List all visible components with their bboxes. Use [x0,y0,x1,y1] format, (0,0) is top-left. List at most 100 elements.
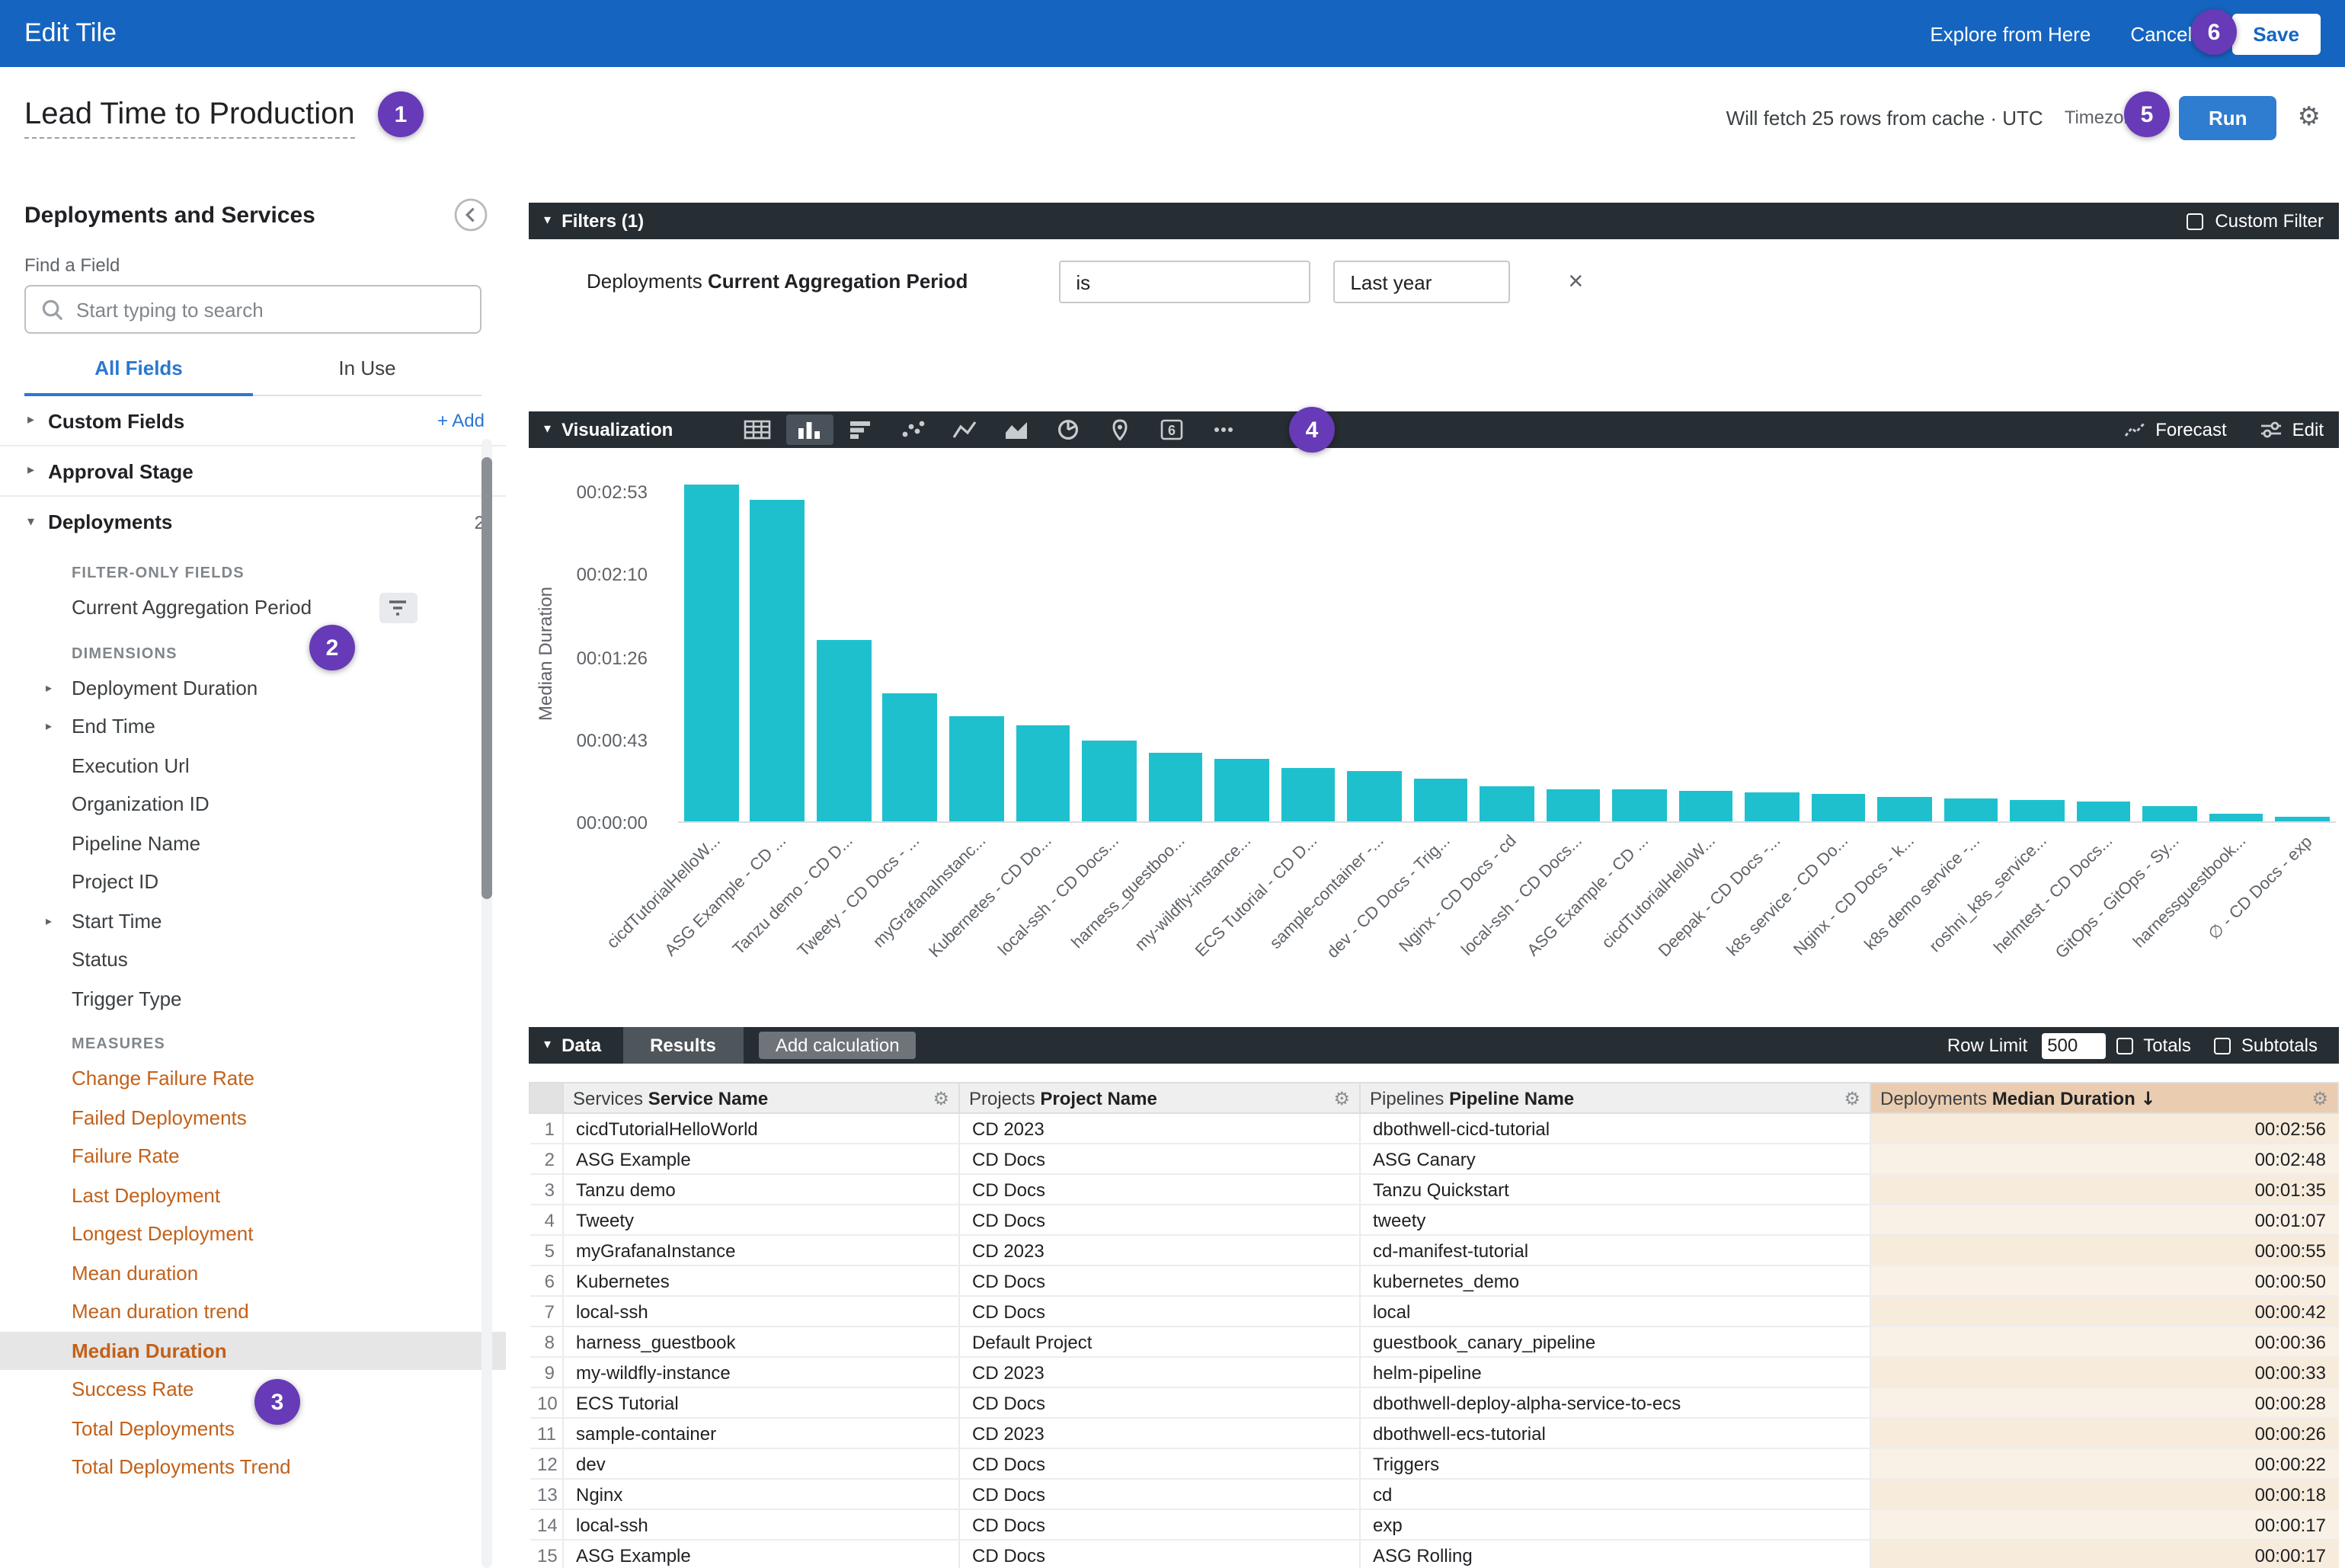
column-gear-icon[interactable]: ⚙ [933,1087,949,1109]
field-change-failure-rate[interactable]: Change Failure Rate [0,1059,506,1098]
field-failure-rate[interactable]: Failure Rate [0,1137,506,1176]
field-organization-id[interactable]: Organization ID [0,785,506,824]
totals-checkbox[interactable] [2116,1037,2132,1054]
chart-bar[interactable] [1678,791,1732,821]
table-cell[interactable]: 00:00:42 [1870,1296,2338,1326]
column-header-pipeline-name[interactable]: ⚙Pipelines Pipeline Name [1360,1083,1870,1113]
filter-operator-select[interactable]: is [1059,261,1310,303]
tab-all-fields[interactable]: All Fields [24,357,253,396]
table-cell[interactable]: CD 2023 [959,1418,1360,1448]
sidebar-group-approval-stage[interactable]: ▸Approval Stage [0,446,506,497]
table-cell[interactable]: CD Docs [959,1144,1360,1174]
field-status[interactable]: Status [0,940,506,979]
table-cell[interactable]: CD Docs [959,1205,1360,1235]
field-total-deployments-trend[interactable]: Total Deployments Trend [0,1448,506,1486]
table-cell[interactable]: CD 2023 [959,1113,1360,1144]
table-cell[interactable]: harness_guestbook [563,1326,959,1357]
column-gear-icon[interactable]: ⚙ [2311,1087,2328,1109]
table-cell[interactable]: 00:00:18 [1870,1479,2338,1509]
table-cell[interactable]: 00:00:22 [1870,1448,2338,1479]
field-current-aggregation-period[interactable]: Current Aggregation Period [0,588,506,627]
remove-filter-icon[interactable]: × [1568,261,1583,303]
field-execution-url[interactable]: Execution Url [0,746,506,785]
table-cell[interactable]: 00:00:33 [1870,1357,2338,1387]
column-header-project-name[interactable]: ⚙Projects Project Name [959,1083,1360,1113]
field-pipeline-name[interactable]: Pipeline Name [0,824,506,862]
field-mean-duration[interactable]: Mean duration [0,1253,506,1292]
settings-gear-icon[interactable]: ⚙ [2298,102,2321,133]
pie-chart-icon[interactable] [1045,414,1092,445]
table-cell[interactable]: CD 2023 [959,1357,1360,1387]
table-cell[interactable]: kubernetes_demo [1360,1266,1870,1296]
tab-in-use[interactable]: In Use [253,357,481,395]
table-cell[interactable]: local-ssh [563,1296,959,1326]
column-gear-icon[interactable]: ⚙ [1844,1087,1860,1109]
chart-bar[interactable] [1877,797,1931,821]
sidebar-group-custom-fields[interactable]: ▸Custom Fields+ Add [0,396,506,446]
more-chart-icon[interactable] [1200,414,1247,445]
table-cell[interactable]: Nginx [563,1479,959,1509]
table-cell[interactable]: Kubernetes [563,1266,959,1296]
sidebar-group-deployments[interactable]: ▾Deployments2 [0,497,506,547]
chart-bar[interactable] [1148,753,1202,821]
table-cell[interactable]: dbothwell-cicd-tutorial [1360,1113,1870,1144]
table-cell[interactable]: Tanzu Quickstart [1360,1174,1870,1205]
filter-by-field-icon[interactable] [379,593,417,623]
field-deployment-duration[interactable]: ▸Deployment Duration [0,668,506,707]
field-start-time[interactable]: ▸Start Time [0,901,506,940]
table-chart-icon[interactable] [734,414,781,445]
table-cell[interactable]: dev [563,1448,959,1479]
field-search-input[interactable] [76,298,465,321]
table-cell[interactable]: my-wildfly-instance [563,1357,959,1387]
chart-bar[interactable] [2077,802,2131,821]
chart-bar[interactable] [1480,786,1534,821]
chart-bar[interactable] [2010,800,2064,821]
row-limit-input[interactable] [2041,1032,2105,1058]
table-cell[interactable]: CD Docs [959,1448,1360,1479]
table-cell[interactable]: CD 2023 [959,1235,1360,1266]
custom-filter-checkbox[interactable] [2186,213,2203,229]
table-cell[interactable]: ASG Example [563,1144,959,1174]
filter-value-input[interactable]: Last year [1333,261,1510,303]
chart-bar[interactable] [2276,817,2330,821]
save-button[interactable]: Save [2231,13,2321,54]
table-cell[interactable]: 00:00:28 [1870,1387,2338,1418]
add-custom-field-link[interactable]: + Add [437,410,485,431]
table-cell[interactable]: ASG Rolling [1360,1540,1870,1568]
table-cell[interactable]: CD Docs [959,1266,1360,1296]
explore-from-here-link[interactable]: Explore from Here [1930,22,2091,45]
table-cell[interactable]: local-ssh [563,1509,959,1540]
chart-bar[interactable] [1944,798,1998,821]
table-cell[interactable]: CD Docs [959,1509,1360,1540]
table-cell[interactable]: 00:02:56 [1870,1113,2338,1144]
chart-bar[interactable] [1612,789,1666,821]
tab-results[interactable]: Results [622,1027,744,1064]
column-chart-icon[interactable] [785,414,833,445]
forecast-button[interactable]: Forecast [2123,419,2226,440]
table-cell[interactable]: Tweety [563,1205,959,1235]
table-cell[interactable]: local [1360,1296,1870,1326]
chart-bar[interactable] [1745,792,1799,821]
sidebar-scrollbar[interactable] [481,439,492,1568]
line-chart-icon[interactable] [941,414,988,445]
table-cell[interactable]: CD Docs [959,1387,1360,1418]
table-cell[interactable]: 00:00:50 [1870,1266,2338,1296]
table-cell[interactable]: ASG Example [563,1540,959,1568]
table-cell[interactable]: CD Docs [959,1479,1360,1509]
table-cell[interactable]: 00:01:35 [1870,1174,2338,1205]
column-gear-icon[interactable]: ⚙ [1333,1087,1350,1109]
table-cell[interactable]: Tanzu demo [563,1174,959,1205]
chart-bar[interactable] [1811,794,1865,821]
table-cell[interactable]: 00:00:17 [1870,1509,2338,1540]
table-cell[interactable]: 00:00:26 [1870,1418,2338,1448]
add-calculation-button[interactable]: Add calculation [759,1032,917,1059]
cancel-link[interactable]: Cancel [2130,22,2192,45]
chart-bar[interactable] [1281,768,1335,821]
map-chart-icon[interactable] [1096,414,1144,445]
scatter-chart-icon[interactable] [889,414,936,445]
single-value-chart-icon[interactable]: 6 [1148,414,1195,445]
table-cell[interactable]: helm-pipeline [1360,1357,1870,1387]
table-cell[interactable]: myGrafanaInstance [563,1235,959,1266]
table-cell[interactable]: CD Docs [959,1296,1360,1326]
table-cell[interactable]: 00:00:55 [1870,1235,2338,1266]
